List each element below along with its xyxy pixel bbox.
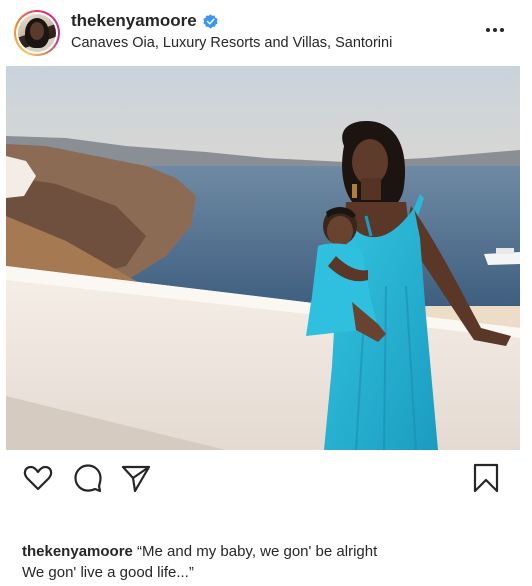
post-actions xyxy=(0,458,532,502)
paper-plane-icon[interactable] xyxy=(120,462,152,494)
username-row: thekenyamoore xyxy=(71,11,218,31)
verified-badge-icon xyxy=(203,13,218,29)
avatar-image xyxy=(18,14,56,52)
more-dot xyxy=(493,28,497,32)
more-dot xyxy=(500,28,504,32)
more-options-button[interactable] xyxy=(480,18,510,42)
more-horizontal-icon xyxy=(486,28,490,32)
caption-text-line1: “Me and my baby, we gon' be alright xyxy=(137,543,378,560)
bookmark-icon[interactable] xyxy=(470,462,502,494)
caption-username[interactable]: thekenyamoore xyxy=(22,543,133,560)
post-photo[interactable] xyxy=(6,66,520,450)
username-link[interactable]: thekenyamoore xyxy=(71,11,197,31)
location-link[interactable]: Canaves Oia, Luxury Resorts and Villas, … xyxy=(71,35,392,51)
post-caption: thekenyamoore “Me and my baby, we gon' b… xyxy=(22,541,512,583)
profile-avatar[interactable] xyxy=(14,10,60,56)
photo-illustration xyxy=(6,66,520,450)
comment-icon[interactable] xyxy=(72,462,104,494)
heart-icon[interactable] xyxy=(22,462,54,494)
caption-text-line2: We gon' live a good life...” xyxy=(22,564,194,581)
avatar-face xyxy=(30,22,44,40)
avatar-border xyxy=(16,12,58,54)
post-header: thekenyamoore Canaves Oia, Luxury Resort… xyxy=(0,0,532,66)
